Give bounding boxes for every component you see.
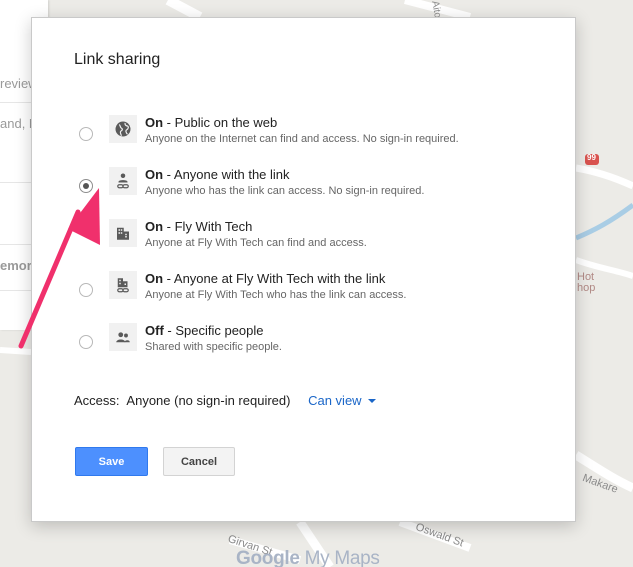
option-description: Anyone at Fly With Tech who has the link… xyxy=(145,289,407,301)
dialog-title: Link sharing xyxy=(74,51,161,68)
radio-domain-with-link[interactable] xyxy=(79,283,93,297)
access-row: Access: Anyone (no sign-in required) Can… xyxy=(74,393,376,408)
option-title: On - Anyone with the link xyxy=(145,167,290,182)
sharing-option-domain: On - Fly With Tech Anyone at Fly With Te… xyxy=(32,218,577,264)
people-icon xyxy=(109,323,137,351)
radio-specific-people[interactable] xyxy=(79,335,93,349)
option-state: Off xyxy=(145,323,164,338)
google-my-maps-logo: Google My Maps xyxy=(236,548,380,567)
option-description: Anyone at Fly With Tech can find and acc… xyxy=(145,237,367,249)
link-sharing-dialog: Link sharing On - Public on the web Anyo… xyxy=(31,17,576,522)
poi-label: Hot hop xyxy=(577,271,596,294)
option-state: On xyxy=(145,271,164,286)
option-title: On - Anyone at Fly With Tech with the li… xyxy=(145,271,385,286)
radio-public[interactable] xyxy=(79,127,93,141)
option-title-text: - Fly With Tech xyxy=(163,219,253,234)
option-state: On xyxy=(145,167,164,182)
cancel-button[interactable]: Cancel xyxy=(163,447,235,476)
option-title-text: - Anyone at Fly With Tech with the link xyxy=(163,271,386,286)
access-label: Access: xyxy=(74,393,120,408)
option-description: Anyone who has the link can access. No s… xyxy=(145,185,425,197)
my-maps-wordmark: My Maps xyxy=(299,548,380,567)
caret-down-icon xyxy=(367,399,376,403)
option-title: On - Public on the web xyxy=(145,115,277,130)
permission-label: Can view xyxy=(308,393,362,408)
option-title-text: - Anyone with the link xyxy=(163,167,290,182)
highway-number: 99 xyxy=(587,153,596,162)
sharing-option-anyone-with-link[interactable]: On - Anyone with the link Anyone who has… xyxy=(32,166,577,212)
person-link-icon xyxy=(109,167,137,195)
option-state: On xyxy=(145,115,164,130)
option-description: Anyone on the Internet can find and acce… xyxy=(145,133,459,145)
option-title-text: - Public on the web xyxy=(163,115,278,130)
building-link-icon xyxy=(109,271,137,299)
sharing-option-public[interactable]: On - Public on the web Anyone on the Int… xyxy=(32,114,577,160)
option-title: Off - Specific people xyxy=(145,323,264,338)
permission-dropdown[interactable]: Can view xyxy=(308,393,376,408)
option-title-text: - Specific people xyxy=(163,323,264,338)
option-description: Shared with specific people. xyxy=(145,341,282,353)
google-wordmark: Google xyxy=(236,548,300,567)
sharing-option-specific-people[interactable]: Off - Specific people Shared with specif… xyxy=(32,322,577,368)
building-icon xyxy=(109,219,137,247)
access-value: Anyone (no sign-in required) xyxy=(126,393,291,408)
globe-icon xyxy=(109,115,137,143)
sharing-option-domain-with-link[interactable]: On - Anyone at Fly With Tech with the li… xyxy=(32,270,577,316)
save-button[interactable]: Save xyxy=(75,447,148,476)
option-state: On xyxy=(145,219,164,234)
radio-anyone-with-link[interactable] xyxy=(79,179,93,193)
option-title: On - Fly With Tech xyxy=(145,219,252,234)
